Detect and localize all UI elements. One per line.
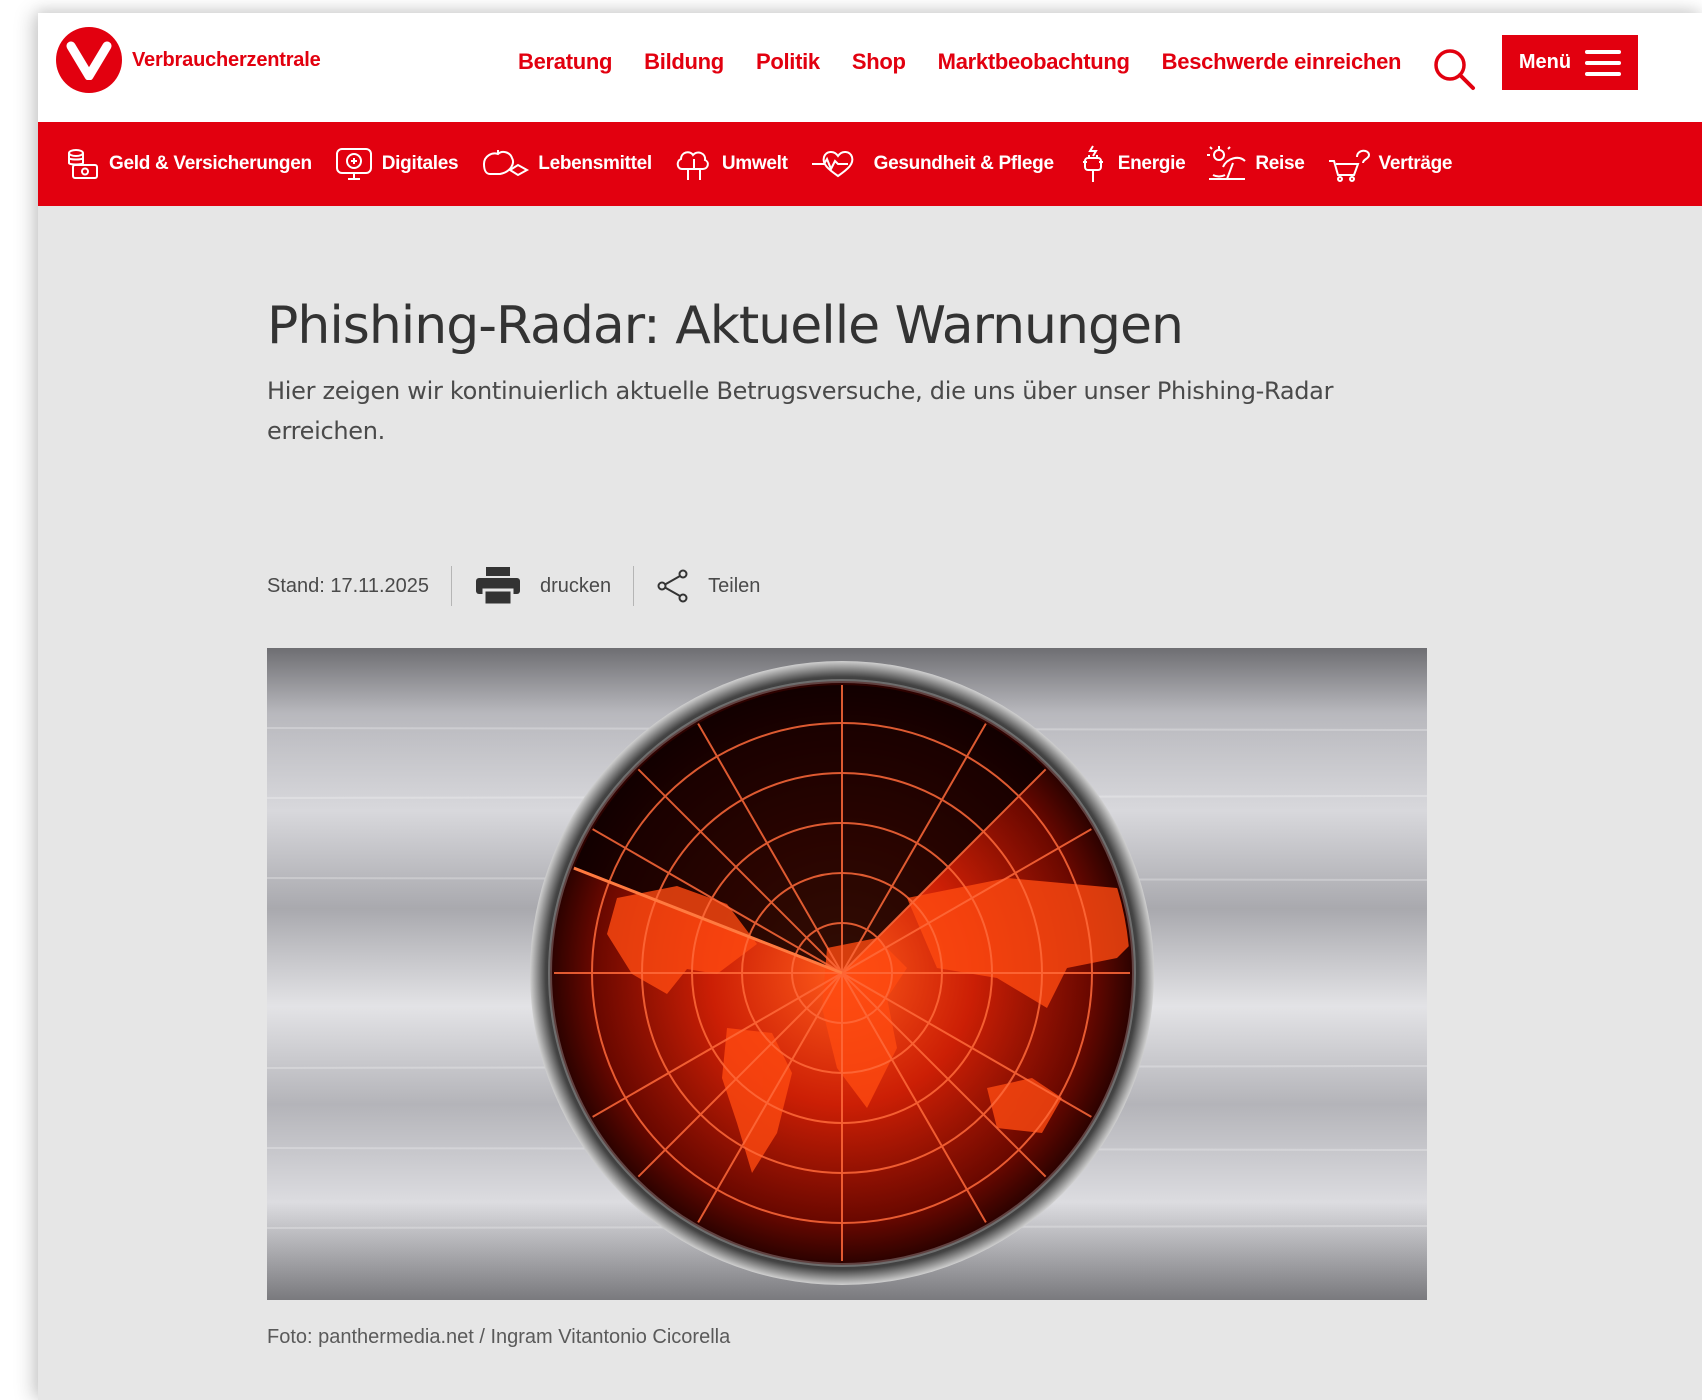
category-label: Digitales — [381, 153, 459, 174]
category-label: Umwelt — [721, 153, 788, 174]
print-label: drucken — [540, 574, 612, 597]
printer-icon — [476, 567, 520, 607]
nav-beschwerde-einreichen[interactable]: Beschwerde einreichen — [1162, 49, 1402, 75]
meta-divider — [633, 566, 635, 606]
search-icon[interactable] — [1431, 46, 1477, 92]
browser-window: Verbraucherzentrale Beratung Bildung Pol… — [38, 13, 1702, 1400]
category-bar: Geld & Versicherungen Digitales Lebensmi… — [38, 122, 1702, 206]
nav-bildung[interactable]: Bildung — [644, 49, 724, 75]
category-digitales[interactable]: Digitales — [334, 146, 459, 182]
category-umwelt[interactable]: Umwelt — [674, 145, 788, 183]
category-label: Verträge — [1378, 153, 1453, 174]
menu-button[interactable]: Menü — [1502, 35, 1638, 90]
heartbeat-icon — [811, 151, 854, 178]
category-geld-versicherungen[interactable]: Geld & Versicherungen — [63, 145, 312, 183]
cart-icon — [1328, 149, 1370, 182]
share-label: Teilen — [708, 574, 761, 597]
category-label: Energie — [1117, 153, 1186, 174]
category-lebensmittel[interactable]: Lebensmittel — [480, 146, 652, 182]
monitor-icon — [335, 148, 372, 180]
category-vertraege[interactable]: Verträge — [1327, 145, 1453, 183]
meta-divider — [451, 566, 452, 606]
main-navigation: Beratung Bildung Politik Shop Marktbeoba… — [518, 49, 1433, 75]
share-button[interactable]: Teilen — [656, 568, 760, 604]
category-label: Lebensmittel — [538, 153, 652, 174]
nav-politik[interactable]: Politik — [756, 49, 820, 75]
site-logo[interactable]: Verbraucherzentrale — [56, 27, 321, 93]
category-gesundheit-pflege[interactable]: Gesundheit & Pflege — [810, 146, 1054, 182]
hamburger-icon — [1585, 49, 1622, 76]
category-reise[interactable]: Reise — [1207, 145, 1305, 183]
v-logo-icon — [56, 27, 122, 93]
category-label: Reise — [1255, 153, 1305, 174]
hero-image — [267, 648, 1427, 1300]
page-title: Phishing-Radar: Aktuelle Warnungen — [267, 296, 1184, 356]
article-lead: Hier zeigen wir kontinuierlich aktuelle … — [267, 377, 1334, 445]
category-energie[interactable]: Energie — [1076, 144, 1186, 184]
image-caption: Foto: panthermedia.net / Ingram Vitanton… — [267, 1326, 731, 1348]
brand-name: Verbraucherzentrale — [132, 48, 321, 71]
stand-date: Stand: 17.11.2025 — [267, 574, 429, 597]
tree-icon — [676, 151, 709, 180]
nav-shop[interactable]: Shop — [852, 49, 906, 75]
beach-icon — [1207, 146, 1247, 180]
money-icon — [68, 149, 98, 179]
category-label: Gesundheit & Pflege — [873, 153, 1054, 174]
food-icon — [483, 150, 530, 177]
site-header: Verbraucherzentrale Beratung Bildung Pol… — [38, 13, 1702, 122]
nav-marktbeobachtung[interactable]: Marktbeobachtung — [938, 49, 1130, 75]
menu-label: Menü — [1518, 51, 1572, 73]
plug-icon — [1082, 145, 1103, 182]
category-label: Geld & Versicherungen — [109, 153, 312, 174]
print-button[interactable]: drucken — [474, 565, 611, 607]
nav-beratung[interactable]: Beratung — [518, 49, 612, 75]
article-meta: Stand: 17.11.2025 drucken Teilen — [267, 564, 760, 608]
share-icon — [657, 569, 688, 603]
